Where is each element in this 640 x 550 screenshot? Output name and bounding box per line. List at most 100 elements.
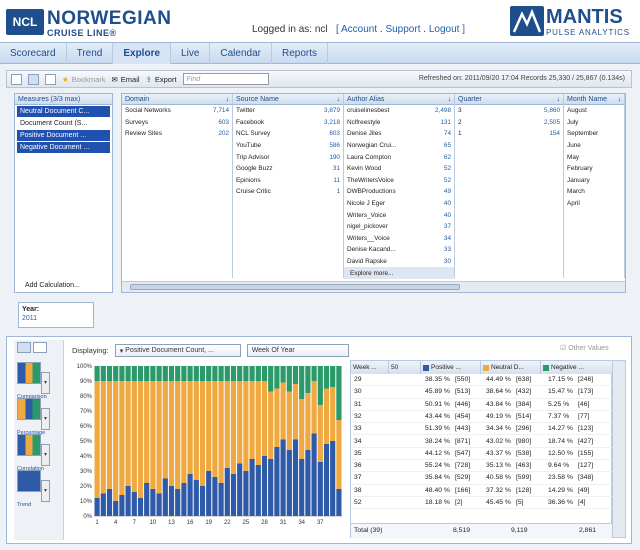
sort-icon[interactable]: ↓ xyxy=(618,96,622,103)
bar-negative[interactable] xyxy=(187,366,193,381)
dimension-row[interactable]: Cruise Critic 1 xyxy=(233,186,343,198)
view-percentage[interactable]: ▾ Percentage xyxy=(17,398,59,436)
bar-positive[interactable] xyxy=(199,486,206,516)
measure-item[interactable]: Positive Document ... xyxy=(17,130,110,141)
bar-negative[interactable] xyxy=(212,366,218,381)
dimension-row[interactable]: Writers__Voice 34 xyxy=(344,233,454,245)
bar-positive[interactable] xyxy=(224,468,230,516)
bar-neutral[interactable] xyxy=(131,381,137,492)
bar-negative[interactable] xyxy=(249,366,255,381)
bar-neutral[interactable] xyxy=(274,388,280,448)
bar-positive[interactable] xyxy=(106,489,113,516)
nav-tab-live[interactable]: Live xyxy=(171,43,211,64)
bar-neutral[interactable] xyxy=(187,381,193,474)
dimension-row[interactable]: September xyxy=(564,128,624,140)
bar-neutral[interactable] xyxy=(193,381,199,480)
bar-negative[interactable] xyxy=(131,366,137,381)
bar-negative[interactable] xyxy=(100,366,106,381)
table-row[interactable]: 35 44.12 % [547] 43.37 % [538] 12.50 % [155] xyxy=(351,448,613,461)
view-dropdown-icon[interactable]: ▾ xyxy=(41,372,50,394)
bar-negative[interactable] xyxy=(286,366,292,392)
logout-link[interactable]: Logout ] xyxy=(429,24,465,35)
view-trend-icon[interactable] xyxy=(17,470,41,492)
bar-neutral[interactable] xyxy=(150,381,156,489)
bar-positive[interactable] xyxy=(206,471,212,516)
dimension-row[interactable]: Surveys 603 xyxy=(122,117,232,129)
bar-neutral[interactable] xyxy=(125,381,131,486)
dimension-row[interactable]: TheWritersVoice 52 xyxy=(344,175,454,187)
sort-icon[interactable]: ↓ xyxy=(226,96,230,103)
nav-tab-scorecard[interactable]: Scorecard xyxy=(0,43,67,64)
bar-negative[interactable] xyxy=(94,366,100,381)
bar-neutral[interactable] xyxy=(224,381,230,468)
dimension-row[interactable]: March xyxy=(564,186,624,198)
bar-negative[interactable] xyxy=(336,366,342,420)
bar-negative[interactable] xyxy=(268,366,274,392)
bar-negative[interactable] xyxy=(175,366,181,381)
bar-negative[interactable] xyxy=(144,366,150,381)
dimension-row[interactable]: Nicole J Eger 40 xyxy=(344,198,454,210)
bar-negative[interactable] xyxy=(162,366,168,381)
bar-neutral[interactable] xyxy=(168,381,175,486)
dimension-row[interactable]: nigel_pickover 37 xyxy=(344,221,454,233)
bar-neutral[interactable] xyxy=(218,381,224,483)
bar-neutral[interactable] xyxy=(311,381,317,434)
table-row[interactable]: 36 55.24 % [728] 35.13 % [463] 9.64 % [127] xyxy=(351,460,613,473)
bar-neutral[interactable] xyxy=(292,384,299,440)
bar-positive[interactable] xyxy=(286,450,292,516)
dimension-row[interactable]: David Rapske 30 xyxy=(344,256,454,268)
bar-positive[interactable] xyxy=(175,489,181,516)
view-correlation[interactable]: ▾ Correlation xyxy=(17,434,59,472)
view-correlation-icon[interactable] xyxy=(17,434,41,456)
view-dropdown-icon[interactable]: ▾ xyxy=(41,480,50,502)
view-dropdown-icon[interactable]: ▾ xyxy=(41,444,50,466)
nav-tab-trend[interactable]: Trend xyxy=(67,43,114,64)
bar-neutral[interactable] xyxy=(317,405,323,462)
bar-neutral[interactable] xyxy=(230,381,237,474)
layout-split-icon[interactable] xyxy=(28,73,39,85)
view-percentage-icon[interactable] xyxy=(17,398,41,420)
bar-neutral[interactable] xyxy=(286,391,292,451)
dimension-header[interactable]: Quarter ↓ xyxy=(455,94,563,105)
table-row[interactable]: 32 43.44 % [454] 49.19 % [514] 7.37 % [77] xyxy=(351,411,613,424)
measure-item[interactable]: Document Count (S... xyxy=(17,118,110,129)
table-row[interactable]: 33 51.39 % [443] 34.34 % [296] 14.27 % [123] xyxy=(351,423,613,436)
bar-negative[interactable] xyxy=(106,366,113,381)
bar-neutral[interactable] xyxy=(181,381,187,483)
bar-neutral[interactable] xyxy=(212,381,218,477)
dimension-header[interactable]: Month Name ↓ xyxy=(564,94,624,105)
dimension-row[interactable]: Norwegian Crui... 65 xyxy=(344,140,454,152)
dimension-row[interactable]: 2 2,505 xyxy=(455,117,563,129)
measure-dropdown[interactable]: ▾ Positive Document Count, ... xyxy=(114,344,241,357)
bar-negative[interactable] xyxy=(323,366,330,389)
dimension-header[interactable]: Domain ↓ xyxy=(122,94,232,105)
bar-negative[interactable] xyxy=(274,366,280,389)
bar-negative[interactable] xyxy=(299,366,305,399)
add-calculation-button[interactable]: Add Calculation... xyxy=(25,282,80,289)
dimension-row[interactable]: February xyxy=(564,163,624,175)
bar-positive[interactable] xyxy=(162,478,168,517)
dimension-row[interactable]: Review Sites 202 xyxy=(122,128,232,140)
bar-positive[interactable] xyxy=(94,498,100,516)
dimension-row[interactable]: May xyxy=(564,151,624,163)
bar-negative[interactable] xyxy=(206,366,212,381)
period-dropdown[interactable]: Week Of Year xyxy=(246,344,349,357)
bar-positive[interactable] xyxy=(323,444,330,516)
sort-icon[interactable]: ↓ xyxy=(448,96,452,103)
measure-item[interactable]: Neutral Document C... xyxy=(17,106,110,117)
bar-neutral[interactable] xyxy=(305,393,311,450)
bar-neutral[interactable] xyxy=(249,381,255,459)
bar-neutral[interactable] xyxy=(330,387,336,441)
bar-neutral[interactable] xyxy=(162,381,168,479)
dimension-row[interactable]: DWBProductions 49 xyxy=(344,186,454,198)
nav-tab-explore[interactable]: Explore xyxy=(113,43,172,64)
dimension-row[interactable]: January xyxy=(564,175,624,187)
bar-positive[interactable] xyxy=(292,439,299,517)
layout-single-icon[interactable] xyxy=(11,73,22,85)
dimension-header[interactable]: Source Name ↓ xyxy=(233,94,343,105)
dimension-row[interactable]: Laura Compton 62 xyxy=(344,151,454,163)
table-header[interactable]: 50 xyxy=(389,361,421,374)
horizontal-scrollbar[interactable] xyxy=(122,281,625,292)
bar-positive[interactable] xyxy=(100,493,106,517)
bar-neutral[interactable] xyxy=(268,391,274,460)
